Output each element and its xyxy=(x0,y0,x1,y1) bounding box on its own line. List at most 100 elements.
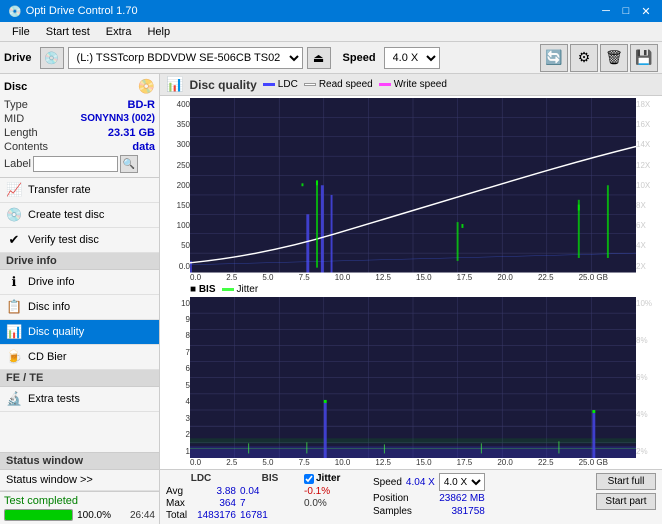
sidebar-item-disc-info[interactable]: 📋 Disc info xyxy=(0,295,159,320)
close-button[interactable]: ✕ xyxy=(638,3,654,19)
status-window-header: Status window xyxy=(0,453,159,470)
lower-chart-svg-container xyxy=(190,297,636,458)
bis-avg-val: 0.04 xyxy=(240,486,259,497)
ldc-avg-row: Avg 3.88 xyxy=(166,486,236,497)
drive-label: Drive xyxy=(4,52,32,64)
speed-select-stats[interactable]: 4.0 X xyxy=(439,473,485,491)
label-input[interactable] xyxy=(33,156,118,172)
lower-x-axis: 0.02.55.07.510.012.515.017.520.022.525.0… xyxy=(162,458,660,467)
transfer-rate-icon: 📈 xyxy=(6,182,22,198)
status-text: Test completed xyxy=(4,495,155,507)
sidebar-item-extra-tests[interactable]: 🔬 Extra tests xyxy=(0,387,159,412)
position-val: 23862 MB xyxy=(439,493,485,504)
disc-quality-icon: 📊 xyxy=(6,324,22,340)
bis-stats: BIS 0.04 7 16781 xyxy=(240,473,300,521)
upper-chart-svg-container xyxy=(190,98,636,273)
lower-chart-header: ■ BIS Jitter xyxy=(162,282,660,297)
label-search-button[interactable]: 🔍 xyxy=(120,155,138,173)
jitter-max-val: 0.0% xyxy=(304,498,327,509)
sidebar-item-status-window[interactable]: Status window >> xyxy=(0,470,159,491)
main-layout: Disc 📀 Type BD-R MID SONYNN3 (002) Lengt… xyxy=(0,74,662,524)
upper-y-axis-right: 18X16X14X12X10X8X6X4X2X xyxy=(636,98,660,273)
sidebar-item-cd-bier[interactable]: 🍺 CD Bier xyxy=(0,345,159,370)
speed-val: 4.04 X xyxy=(406,477,435,488)
time-text: 26:44 xyxy=(115,510,155,521)
sidebar-item-transfer-rate[interactable]: 📈 Transfer rate xyxy=(0,178,159,203)
sidebar-item-verify-test-disc[interactable]: ✔ Verify test disc xyxy=(0,228,159,253)
samples-row: Samples 381758 xyxy=(373,506,485,517)
sidebar-item-create-test-disc[interactable]: 💿 Create test disc xyxy=(0,203,159,228)
disc-info-icon: 📋 xyxy=(6,299,22,315)
upper-y-axis-left: 400350300250200150100500.0 xyxy=(162,98,190,273)
menu-help[interactable]: Help xyxy=(139,24,178,40)
settings-button[interactable]: ⚙ xyxy=(570,44,598,72)
minimize-button[interactable]: ─ xyxy=(598,3,614,19)
disc-quality-label: Disc quality xyxy=(28,326,84,338)
total-label-ldc: Total xyxy=(166,510,187,521)
cd-bier-label: CD Bier xyxy=(28,351,67,363)
app-title: Opti Drive Control 1.70 xyxy=(26,5,138,17)
sidebar-item-disc-quality[interactable]: 📊 Disc quality xyxy=(0,320,159,345)
legend-read-speed-label: Read speed xyxy=(319,79,373,90)
title-bar-title: 💿 Opti Drive Control 1.70 xyxy=(8,5,138,18)
ldc-stats: LDC Avg 3.88 Max 364 Total 1483176 xyxy=(166,473,236,521)
legend-jitter-dot xyxy=(222,288,234,291)
upper-chart-container: 400350300250200150100500.0 xyxy=(162,98,660,273)
drive-info-section-header: Drive info xyxy=(0,253,159,270)
legend-ldc-label: LDC xyxy=(278,79,298,90)
lower-y-axis-right: 10%8%6%4%2% xyxy=(636,297,660,458)
max-label-ldc: Max xyxy=(166,498,185,509)
refresh-button[interactable]: 🔄 xyxy=(540,44,568,72)
menu-extra[interactable]: Extra xyxy=(98,24,140,40)
legend-write-speed: Write speed xyxy=(379,79,447,90)
progress-area: Test completed 100.0% 26:44 xyxy=(0,491,159,524)
erase-button[interactable]: 🗑 xyxy=(600,44,628,72)
status-section: Status window Status window >> Test comp… xyxy=(0,452,159,524)
length-value: 23.31 GB xyxy=(108,127,155,139)
speed-select[interactable]: 4.0 X xyxy=(384,47,440,69)
speed-header: Speed xyxy=(373,477,402,488)
bis-max-row: 7 xyxy=(240,498,300,509)
progress-text: 100.0% xyxy=(77,510,111,521)
create-test-disc-icon: 💿 xyxy=(6,207,22,223)
cd-bier-icon: 🍺 xyxy=(6,349,22,365)
progress-bar-inner xyxy=(5,510,72,520)
disc-panel-icon[interactable]: 📀 xyxy=(138,78,155,95)
lower-chart-title: ■ BIS xyxy=(190,284,216,295)
extra-tests-label: Extra tests xyxy=(28,393,80,405)
type-value: BD-R xyxy=(128,99,156,111)
sidebar: Disc 📀 Type BD-R MID SONYNN3 (002) Lengt… xyxy=(0,74,160,524)
title-bar-controls: ─ □ ✕ xyxy=(598,3,654,19)
save-button[interactable]: 💾 xyxy=(630,44,658,72)
menu-start-test[interactable]: Start test xyxy=(38,24,98,40)
jitter-header-row: Jitter xyxy=(304,473,369,484)
lower-y-axis-left: 10987654321 xyxy=(162,297,190,458)
bis-avg-row: 0.04 xyxy=(240,486,300,497)
extra-tests-icon: 🔬 xyxy=(6,391,22,407)
menu-file[interactable]: File xyxy=(4,24,38,40)
drive-info-icon: ℹ xyxy=(6,274,22,290)
ldc-max-row: Max 364 xyxy=(166,498,236,509)
jitter-checkbox[interactable] xyxy=(304,474,314,484)
chart-title: Disc quality xyxy=(189,78,256,92)
start-full-button[interactable]: Start full xyxy=(596,473,656,490)
chart-area: 📊 Disc quality LDC Read speed Write spee… xyxy=(160,74,662,524)
app-icon: 💿 xyxy=(8,5,22,18)
sidebar-item-drive-info[interactable]: ℹ Drive info xyxy=(0,270,159,295)
chart-header: 📊 Disc quality LDC Read speed Write spee… xyxy=(160,74,662,96)
stats-row: LDC Avg 3.88 Max 364 Total 1483176 BIS xyxy=(160,469,662,524)
start-part-button[interactable]: Start part xyxy=(596,493,656,510)
upper-chart-svg xyxy=(190,98,636,273)
fe-te-section-header: FE / TE xyxy=(0,370,159,387)
drive-select[interactable]: (L:) TSSTcorp BDDVDW SE-506CB TS02 xyxy=(68,47,303,69)
legend-read-speed: Read speed xyxy=(304,79,373,90)
speed-position-stats: Speed 4.04 X 4.0 X Position 23862 MB Sam… xyxy=(373,473,485,517)
eject-button[interactable]: ⏏ xyxy=(307,47,331,69)
jitter-stats: Jitter -0.1% 0.0% xyxy=(304,473,369,509)
legend-jitter-label: Jitter xyxy=(237,284,259,295)
ldc-max-val: 364 xyxy=(219,498,236,509)
length-label: Length xyxy=(4,127,38,139)
maximize-button[interactable]: □ xyxy=(618,3,634,19)
ldc-header: LDC xyxy=(166,473,236,484)
upper-x-axis: 0.02.55.07.510.012.515.017.520.022.525.0… xyxy=(162,273,660,282)
